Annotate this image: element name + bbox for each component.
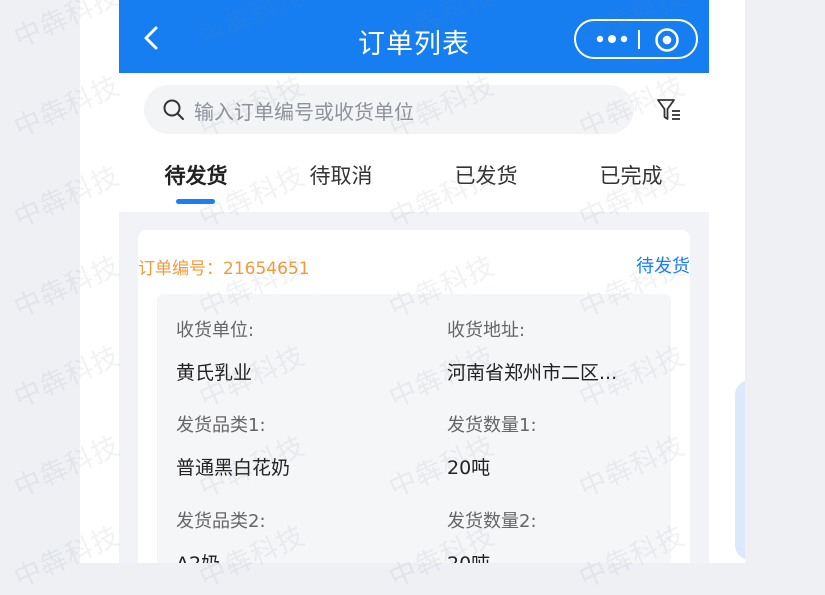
order-number: 订单编号：21654651 [138,254,310,279]
more-dots-icon[interactable] [594,35,630,43]
order-status-badge: 待发货 [636,256,690,277]
field-label-receiver: 收货单位: [176,320,255,341]
field-label-category-1: 发货品类1: [176,415,266,436]
order-details: 收货单位: 黄氏乳业 收货地址: 河南省郑州市二区... 发货品类1: 普通黑白… [157,294,671,563]
field-label-quantity-2: 发货数量2: [447,511,537,532]
nav-bar: 订单列表 [119,0,709,73]
decorative-side-shape [735,380,745,560]
field-label-quantity-1: 发货数量1: [447,415,537,436]
tab-shipped[interactable]: 已发货 [455,160,518,190]
tab-pending-shipment[interactable]: 待发货 [165,160,228,190]
field-value-receiver: 黄氏乳业 [176,362,253,384]
field-value-address: 河南省郑州市二区... [447,362,618,384]
tab-completed[interactable]: 已完成 [600,160,663,190]
filter-icon[interactable] [655,96,683,124]
target-circle-icon[interactable] [654,27,680,53]
field-label-address: 收货地址: [447,320,526,341]
status-tabs: 待发货 待取消 已发货 已完成 [119,160,709,210]
order-card[interactable]: 订单编号：21654651 待发货 收货单位: 黄氏乳业 收货地址: 河南省郑州… [138,230,690,563]
capsule-menu [574,19,698,59]
tab-pending-cancel[interactable]: 待取消 [310,160,373,190]
field-value-quantity-1: 20吨 [447,457,491,479]
field-value-quantity-2: 20吨 [447,549,490,563]
search-icon [163,99,184,120]
capsule-divider [638,30,640,49]
search-input[interactable]: 输入订单编号或收货单位 [194,96,414,125]
field-label-category-2: 发货品类2: [176,511,266,532]
phone-screen: 订单列表 输入订单编号或收货单位 待发货 待取消 已发货 已完成 订单编号：21… [80,0,745,563]
search-bar[interactable]: 输入订单编号或收货单位 [144,85,634,134]
order-list: 订单编号：21654651 待发货 收货单位: 黄氏乳业 收货地址: 河南省郑州… [119,212,709,563]
order-number-value: 21654651 [223,259,310,279]
order-number-label: 订单编号： [138,259,223,279]
field-value-category-1: 普通黑白花奶 [176,457,291,479]
active-tab-indicator [176,199,215,204]
field-value-category-2: A2奶 [176,549,220,563]
